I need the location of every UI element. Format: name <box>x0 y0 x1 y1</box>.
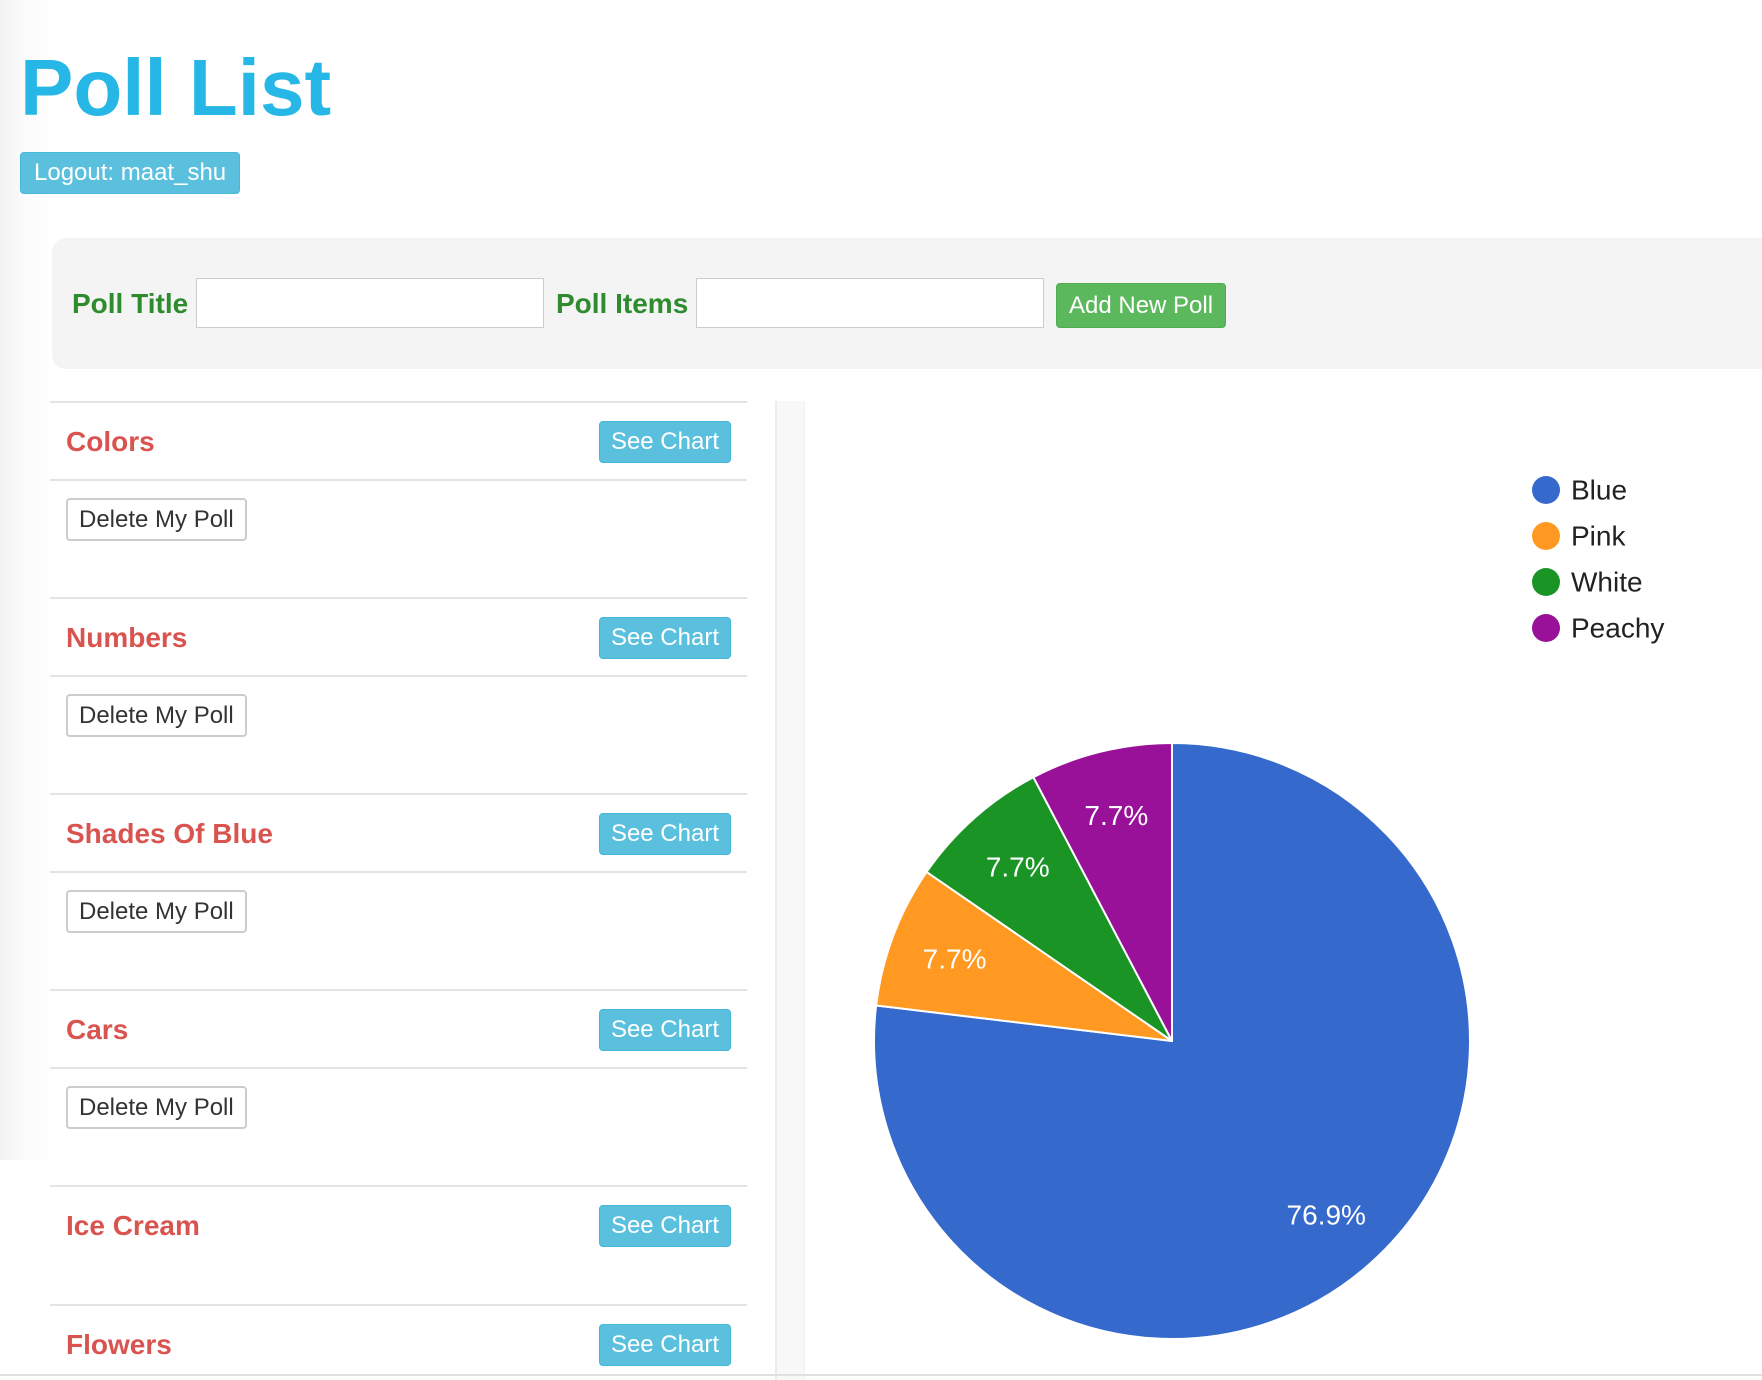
pie-slices <box>873 741 1471 1340</box>
delete-poll-button[interactable]: Delete My Poll <box>66 890 247 933</box>
poll-header: Ice Cream See Chart <box>50 1187 747 1263</box>
logout-button[interactable]: Logout: maat_shu <box>20 152 241 194</box>
legend-label-blue: Blue <box>1571 475 1627 506</box>
poll-title[interactable]: Ice Cream <box>66 1209 200 1243</box>
poll-body: Delete My Poll <box>50 873 747 989</box>
poll-body: Delete My Poll <box>50 481 747 597</box>
poll-item-cars: Cars See Chart Delete My Poll <box>50 989 747 1185</box>
legend-label-peachy: Peachy <box>1571 613 1664 644</box>
delete-poll-button[interactable]: Delete My Poll <box>66 1086 247 1129</box>
add-new-poll-button[interactable]: Add New Poll <box>1056 283 1227 328</box>
poll-items-input[interactable] <box>696 278 1044 328</box>
poll-header: Shades Of Blue See Chart <box>50 795 747 873</box>
pie-slice-label-blue: 76.9% <box>1287 1199 1366 1230</box>
legend-marker-white <box>1532 568 1560 596</box>
poll-title[interactable]: Cars <box>66 1013 128 1047</box>
poll-header: Numbers See Chart <box>50 599 747 677</box>
pie-slice-label-white: 7.7% <box>986 852 1050 883</box>
delete-poll-button[interactable]: Delete My Poll <box>66 694 247 737</box>
poll-body <box>50 1263 747 1304</box>
legend-label-white: White <box>1571 567 1643 598</box>
legend-marker-peachy <box>1532 614 1560 642</box>
see-chart-button[interactable]: See Chart <box>598 813 731 855</box>
poll-item-numbers: Numbers See Chart Delete My Poll <box>50 597 747 793</box>
poll-items-label: Poll Items <box>556 288 689 319</box>
poll-header: Colors See Chart <box>50 403 747 481</box>
column-divider <box>775 401 805 1380</box>
page-title: Poll List <box>20 43 332 132</box>
delete-poll-button[interactable]: Delete My Poll <box>66 498 247 541</box>
legend-label-pink: Pink <box>1571 521 1626 552</box>
see-chart-button[interactable]: See Chart <box>598 1205 731 1247</box>
see-chart-button[interactable]: See Chart <box>598 421 731 463</box>
poll-header: Flowers See Chart <box>50 1306 747 1380</box>
poll-title-input[interactable] <box>196 278 544 328</box>
chart-legend: Blue Pink White Peachy <box>1532 475 1664 644</box>
pie-chart: 76.9% 7.7% 7.7% 7.7% Blue Pink White Peachy <box>873 475 1664 1340</box>
poll-list: Colors See Chart Delete My Poll Numbers … <box>50 401 747 1380</box>
pie-slice-label-peachy: 7.7% <box>1084 800 1148 831</box>
poll-body: Delete My Poll <box>50 677 747 793</box>
poll-header: Cars See Chart <box>50 991 747 1069</box>
poll-title[interactable]: Numbers <box>66 621 187 655</box>
poll-title-label: Poll Title <box>72 288 189 319</box>
poll-item-flowers: Flowers See Chart <box>50 1304 747 1380</box>
legend-marker-blue <box>1532 476 1560 504</box>
poll-title[interactable]: Colors <box>66 425 155 459</box>
pie-slice-label-pink: 7.7% <box>923 943 987 974</box>
poll-item-colors: Colors See Chart Delete My Poll <box>50 401 747 597</box>
see-chart-button[interactable]: See Chart <box>598 1009 731 1051</box>
poll-title[interactable]: Flowers <box>66 1328 172 1362</box>
legend-marker-pink <box>1532 522 1560 550</box>
see-chart-button[interactable]: See Chart <box>598 1324 731 1366</box>
poll-title[interactable]: Shades Of Blue <box>66 817 273 851</box>
poll-item-shades-of-blue: Shades Of Blue See Chart Delete My Poll <box>50 793 747 989</box>
see-chart-button[interactable]: See Chart <box>598 617 731 659</box>
poll-body: Delete My Poll <box>50 1069 747 1185</box>
poll-item-ice-cream: Ice Cream See Chart <box>50 1185 747 1304</box>
bottom-border <box>0 1374 1762 1376</box>
